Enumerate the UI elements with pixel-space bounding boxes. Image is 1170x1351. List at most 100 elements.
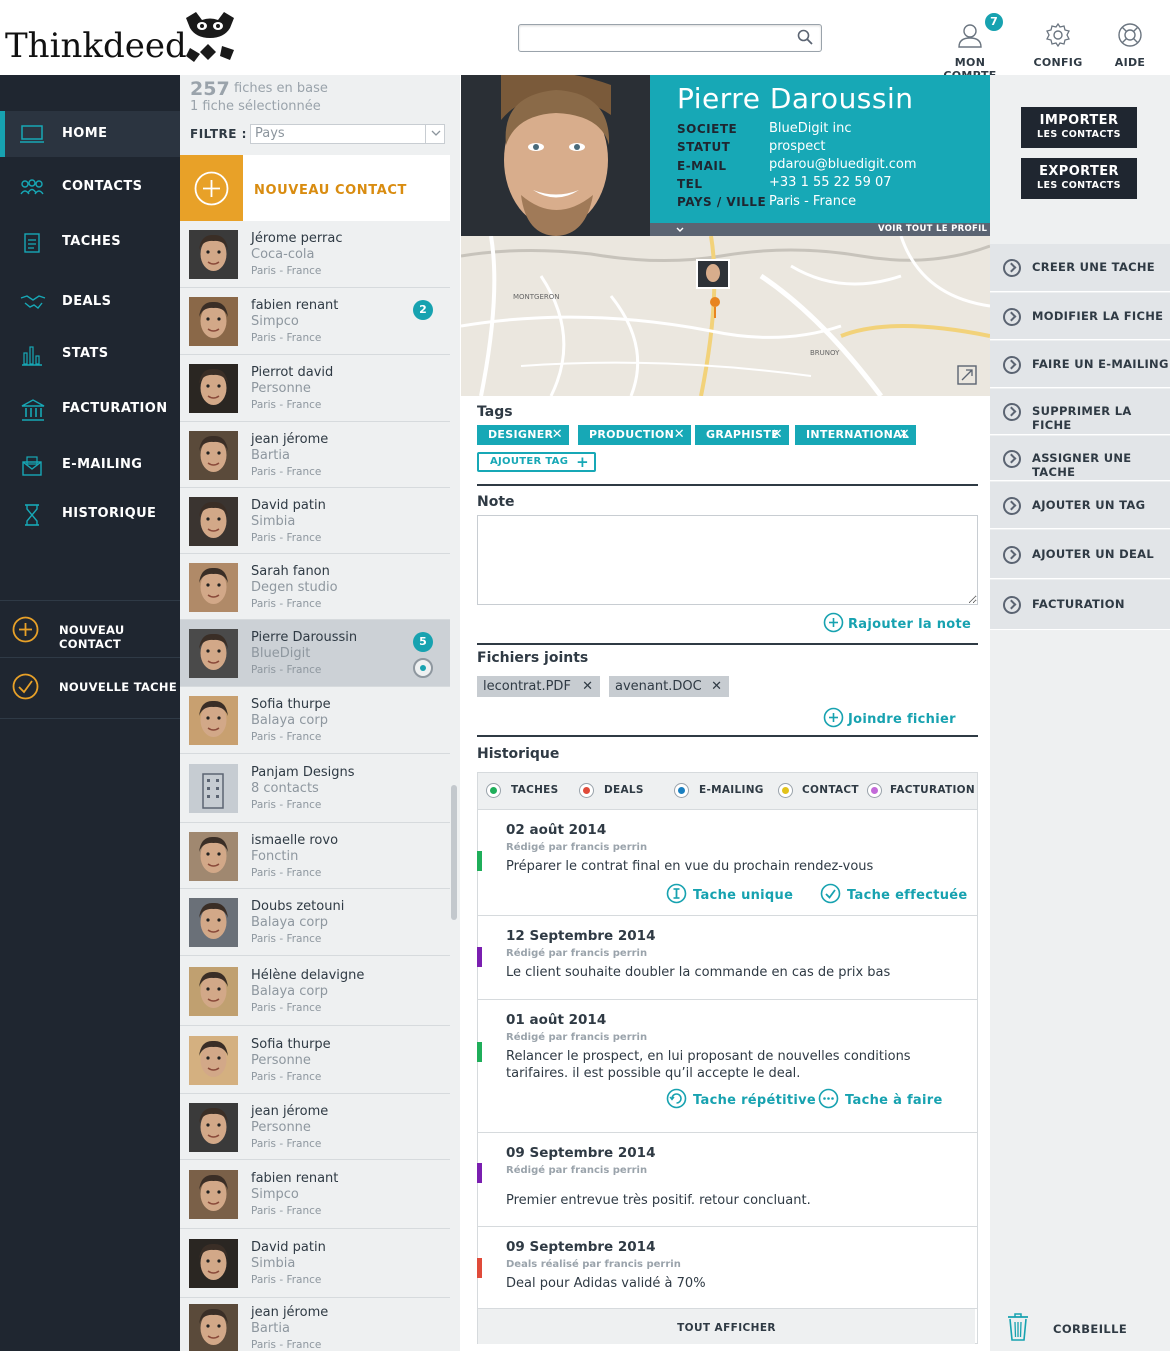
close-icon[interactable]: ✕ (899, 425, 910, 445)
task-type-tag[interactable]: Tache unique (666, 883, 793, 904)
contact-row[interactable]: Sofia thurpe Personne Paris - France (180, 1026, 450, 1094)
history-filter-label[interactable]: FACTURATION (890, 784, 975, 796)
contact-row[interactable]: fabien renant Simpco Paris - France (180, 1160, 450, 1229)
sidebar-item-contacts[interactable]: CONTACTS (0, 164, 180, 210)
close-icon[interactable]: ✕ (552, 425, 563, 445)
tag-chip: INTERNATIONAL ✕ (795, 425, 916, 445)
trash-icon (1008, 1313, 1028, 1341)
right-action-button[interactable]: FACTURATION (990, 580, 1170, 630)
close-icon[interactable]: ✕ (711, 676, 722, 697)
app-logo[interactable]: Thinkdeed (5, 26, 187, 66)
sidebar-item-stats[interactable]: STATS (0, 331, 180, 377)
task-status-tag[interactable]: Tache effectuée (820, 883, 968, 904)
join-file-button[interactable]: Joindre fichier (823, 707, 956, 728)
contact-company: Bartia (251, 448, 290, 463)
contact-row[interactable]: jean jérome Bartia Paris - France (180, 1298, 450, 1351)
history-filter-label[interactable]: E-MAILING (699, 784, 764, 796)
sidebar-item-label: FACTURATION (62, 401, 168, 416)
right-action-button[interactable]: AJOUTER UN TAG (990, 482, 1170, 529)
aide-button[interactable]: AIDE (1105, 22, 1155, 69)
contact-row[interactable]: Hélène delavigne Balaya corp Paris - Franc… (180, 956, 450, 1026)
profile-field-value[interactable]: pdarou@bluedigit.com (769, 157, 917, 172)
contact-row[interactable]: Jérome perrac Coca-cola Paris - France (180, 221, 450, 288)
sidebar-item-historique[interactable]: HISTORIQUE (0, 491, 180, 537)
contact-city: Paris - France (251, 731, 322, 743)
file-chip[interactable]: avenant.DOC ✕ (609, 676, 729, 697)
voir-profil-link[interactable]: VOIR TOUT LE PROFIL (878, 224, 987, 234)
filter-radio-icon[interactable] (674, 783, 689, 798)
filter-select[interactable]: Pays (250, 124, 445, 144)
contact-row[interactable]: Sarah fanon Degen studio Paris - France (180, 554, 450, 620)
contact-row[interactable]: David patin Simbia Paris - France (180, 488, 450, 554)
task-status-tag[interactable]: Tache à faire (818, 1088, 943, 1109)
right-action-button[interactable]: AJOUTER UN DEAL (990, 530, 1170, 579)
clipboard-icon (24, 233, 40, 253)
file-chip[interactable]: lecontrat.PDF ✕ (477, 676, 600, 697)
sidebar-item-home[interactable]: HOME (0, 111, 180, 157)
history-filter-label[interactable]: CONTACT (802, 784, 859, 796)
avatar (189, 230, 238, 279)
contact-row[interactable]: Pierre Daroussin BlueDigit Paris - France 5 (180, 620, 450, 687)
sidebar-item-e-mailing[interactable]: E-MAILING (0, 442, 180, 488)
sidebar-item-facturation[interactable]: FACTURATION (0, 386, 180, 432)
contact-row[interactable]: Sofia thurpe Balaya corp Paris - France (180, 687, 450, 754)
close-icon[interactable]: ✕ (674, 425, 685, 445)
trash-label[interactable]: CORBEILLE (1053, 1322, 1127, 1336)
contact-name: jean jérome (251, 1305, 329, 1320)
right-action-button[interactable]: CREER UNE TACHE (990, 244, 1170, 292)
search-input[interactable] (518, 24, 822, 52)
filter-radio-icon[interactable] (579, 783, 594, 798)
history-entry[interactable]: 09 Septembre 2014 Rédigé par francis perr… (477, 1133, 978, 1227)
tag-text: Tache unique (693, 888, 794, 903)
sidebar-item-taches[interactable]: TACHES (0, 219, 180, 265)
config-button[interactable]: CONFIG (1030, 22, 1086, 69)
contact-company: Personne (251, 1053, 311, 1068)
chevron-down-icon[interactable] (425, 124, 445, 144)
contact-name: Jérome perrac (251, 231, 343, 246)
close-icon[interactable]: ✕ (772, 425, 783, 445)
contact-row[interactable]: Doubs zetouni Balaya corp Paris - France (180, 889, 450, 956)
contact-row[interactable]: jean jérome Bartia Paris - France (180, 422, 450, 488)
contact-row[interactable]: Pierrot david Personne Paris - France (180, 355, 450, 422)
contact-row[interactable]: ismaelle rovo Fonctin Paris - France (180, 823, 450, 889)
sidebar-new-contact-button[interactable]: NOUVEAU CONTACT (0, 601, 180, 657)
sidebar-new-task-button[interactable]: NOUVELLE TACHE (0, 658, 180, 714)
add-tag-button[interactable]: AJOUTER TAG + (477, 452, 596, 472)
right-action-button[interactable]: SUPPRIMER LA FICHE (990, 389, 1170, 435)
history-entry[interactable]: 01 août 2014 Rédigé par francis perrin Rel… (477, 1000, 978, 1133)
close-icon[interactable]: ✕ (582, 676, 593, 697)
right-action-button[interactable]: MODIFIER LA FICHE (990, 293, 1170, 340)
history-entry[interactable]: 12 Septembre 2014 Rédigé par francis perr… (477, 916, 978, 1000)
history-filter-label[interactable]: TACHES (511, 784, 559, 796)
tag-chip: PRODUCTION ✕ (578, 425, 691, 445)
contact-row[interactable]: Panjam Designs 8 contacts Paris - France (180, 754, 450, 823)
search-icon[interactable] (797, 29, 813, 45)
filter-radio-icon[interactable] (778, 783, 793, 798)
files-title: Fichiers joints (477, 650, 589, 666)
contact-count-label: fiches en base (234, 81, 328, 96)
export-contacts-button[interactable]: EXPORTER LES CONTACTS (1021, 158, 1137, 199)
right-action-button[interactable]: FAIRE UN E-MAILING (990, 341, 1170, 388)
history-filter-label[interactable]: DEALS (604, 784, 644, 796)
contact-row[interactable]: fabien renant Simpco Paris - France 2 (180, 288, 450, 355)
filter-radio-icon[interactable] (867, 783, 882, 798)
contact-row[interactable]: David patin Simbia Paris - France (180, 1229, 450, 1298)
sidebar-item-deals[interactable]: DEALS (0, 279, 180, 325)
map-label: MONTGERON (513, 293, 560, 301)
right-action-button[interactable]: ASSIGNER UNE TACHE (990, 436, 1170, 481)
new-contact-label[interactable]: NOUVEAU CONTACT (254, 183, 407, 198)
import-contacts-button[interactable]: IMPORTER LES CONTACTS (1021, 107, 1137, 148)
contact-row[interactable]: jean jérome Personne Paris - France (180, 1094, 450, 1160)
new-contact-plus-button[interactable] (180, 155, 243, 221)
location-map[interactable]: MONTGERON BRUNOY (461, 236, 990, 396)
show-all-button[interactable]: TOUT AFFICHER (478, 1309, 975, 1344)
selected-radio-icon[interactable] (413, 658, 433, 678)
avatar (189, 832, 238, 881)
list-scrollbar[interactable] (451, 785, 457, 920)
contact-name: Sofia thurpe (251, 1037, 331, 1052)
note-textarea[interactable] (477, 515, 978, 605)
history-entry[interactable]: 09 Septembre 2014 Deals réalisé par franc… (477, 1227, 978, 1309)
filter-radio-icon[interactable] (486, 783, 501, 798)
add-note-button[interactable]: Rajouter la note (823, 612, 971, 633)
task-type-tag[interactable]: Tache répétitive (666, 1088, 816, 1109)
